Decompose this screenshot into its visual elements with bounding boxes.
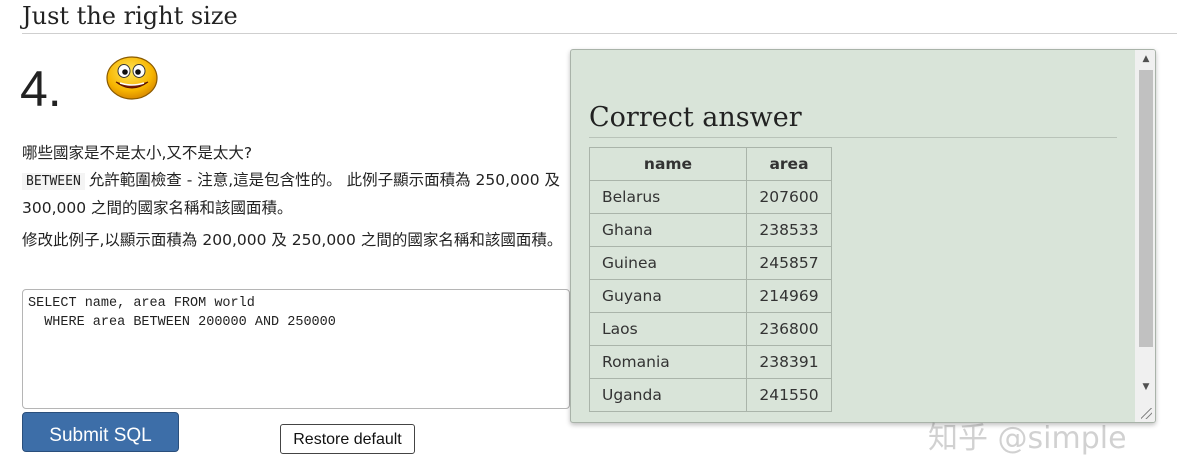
scrollbar-thumb[interactable] xyxy=(1139,70,1153,347)
column-header-area: area xyxy=(746,147,832,181)
table-row: Guyana 214969 xyxy=(589,279,832,313)
table-row: Laos 236800 xyxy=(589,312,832,346)
cell-name: Uganda xyxy=(589,378,747,412)
cell-area: 238533 xyxy=(746,213,832,247)
page-title: Just the right size xyxy=(22,2,238,30)
smiley-face-icon xyxy=(106,56,158,100)
task-instruction: 修改此例子,以顯示面積為 200,000 及 250,000 之間的國家名稱和該… xyxy=(22,231,563,249)
table-row: Guinea 245857 xyxy=(589,246,832,280)
column-header-name: name xyxy=(589,147,747,181)
table-row: Romania 238391 xyxy=(589,345,832,379)
cell-area: 207600 xyxy=(746,180,832,214)
title-divider xyxy=(22,33,1177,34)
answer-title: Correct answer xyxy=(589,102,802,133)
answer-scrollbar[interactable]: ▲ ▼ xyxy=(1135,50,1155,422)
cell-name: Guyana xyxy=(589,279,747,313)
panel-resize-handle[interactable] xyxy=(1141,408,1152,419)
correct-answer-panel: Correct answer name area Belarus 207600 … xyxy=(570,49,1156,423)
submit-sql-button[interactable]: Submit SQL xyxy=(22,412,179,452)
scroll-up-arrow-icon[interactable]: ▲ xyxy=(1139,54,1153,64)
cell-name: Belarus xyxy=(589,180,747,214)
between-keyword: BETWEEN xyxy=(22,173,85,190)
answer-divider xyxy=(589,137,1117,138)
cell-area: 236800 xyxy=(746,312,832,346)
answer-table: name area Belarus 207600 Ghana 238533 Gu… xyxy=(589,147,832,412)
cell-area: 238391 xyxy=(746,345,832,379)
table-row: Uganda 241550 xyxy=(589,378,832,412)
cell-name: Guinea xyxy=(589,246,747,280)
cell-area: 241550 xyxy=(746,378,832,412)
table-header-row: name area xyxy=(589,147,832,181)
cell-area: 245857 xyxy=(746,246,832,280)
table-row: Ghana 238533 xyxy=(589,213,832,247)
cell-name: Romania xyxy=(589,345,747,379)
sql-editor[interactable]: SELECT name, area FROM world WHERE area … xyxy=(22,289,570,409)
cell-name: Ghana xyxy=(589,213,747,247)
cell-area: 214969 xyxy=(746,279,832,313)
question-number: 4. xyxy=(20,61,62,117)
scroll-down-arrow-icon[interactable]: ▼ xyxy=(1139,382,1153,392)
question-lead: 哪些國家是不是太小,又不是太大? xyxy=(22,144,253,162)
watermark: 知乎 @simple xyxy=(928,421,1127,456)
question-description: 哪些國家是不是太小,又不是太大? BETWEEN 允許範圍檢查 - 注意,這是包含… xyxy=(22,140,562,222)
restore-default-button[interactable]: Restore default xyxy=(280,424,415,454)
question-detail: 允許範圍檢查 - 注意,這是包含性的。 此例子顯示面積為 250,000 及 3… xyxy=(22,171,561,217)
cell-name: Laos xyxy=(589,312,747,346)
table-row: Belarus 207600 xyxy=(589,180,832,214)
